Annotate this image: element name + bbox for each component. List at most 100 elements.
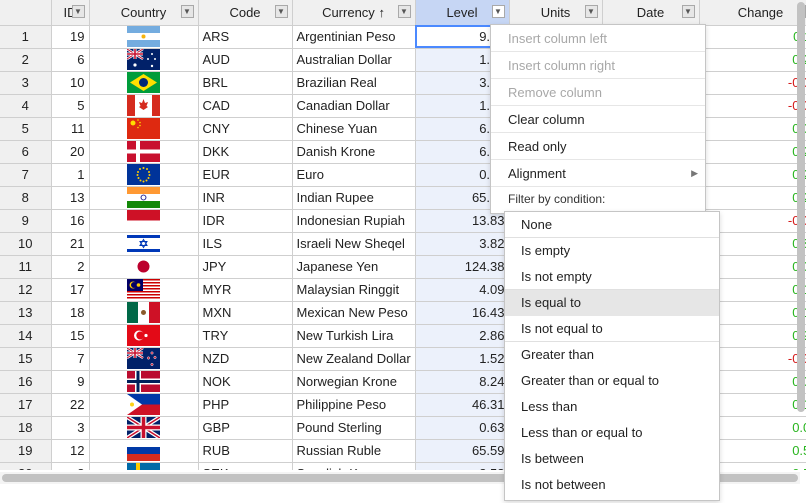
- menu-item-alignment[interactable]: Alignment ▶: [491, 160, 705, 187]
- column-header-change[interactable]: Change▼: [699, 0, 806, 26]
- cell-country[interactable]: [89, 347, 199, 371]
- cell-id[interactable]: 10: [51, 71, 90, 95]
- cell-country[interactable]: [89, 393, 199, 417]
- cell-code[interactable]: ARS: [198, 25, 293, 49]
- cell-id[interactable]: 11: [51, 117, 90, 141]
- filter-dropdown-icon[interactable]: ▼: [681, 5, 695, 18]
- row-header[interactable]: 6: [0, 140, 52, 164]
- condition-option-less-than-or-equal-to[interactable]: Less than or equal to: [505, 420, 719, 446]
- cell-country[interactable]: [89, 416, 199, 440]
- cell-level[interactable]: 46.31: [415, 393, 510, 417]
- menu-item-remove-column[interactable]: Remove column: [491, 79, 705, 106]
- condition-option-is-equal-to[interactable]: Is equal to: [505, 290, 719, 316]
- row-header[interactable]: 20: [0, 462, 52, 470]
- cell-level[interactable]: 124.38: [415, 255, 510, 279]
- cell-country[interactable]: [89, 117, 199, 141]
- cell-id[interactable]: 17: [51, 278, 90, 302]
- condition-option-greater-than-or-equal-to[interactable]: Greater than or equal to: [505, 368, 719, 394]
- cell-code[interactable]: IDR: [198, 209, 293, 233]
- condition-option-greater-than[interactable]: Greater than: [505, 342, 719, 368]
- cell-level[interactable]: 2.86: [415, 324, 510, 348]
- cell-id[interactable]: 8: [51, 462, 90, 470]
- row-header[interactable]: 8: [0, 186, 52, 210]
- cell-code[interactable]: CAD: [198, 94, 293, 118]
- condition-option-is-not-equal-to[interactable]: Is not equal to: [505, 316, 719, 342]
- cell-code[interactable]: SEK: [198, 462, 293, 470]
- cell-code[interactable]: EUR: [198, 163, 293, 187]
- cell-country[interactable]: [89, 140, 199, 164]
- cell-code[interactable]: GBP: [198, 416, 293, 440]
- cell-id[interactable]: 9: [51, 370, 90, 394]
- cell-code[interactable]: TRY: [198, 324, 293, 348]
- cell-currency[interactable]: Japanese Yen: [292, 255, 416, 279]
- column-header-code[interactable]: Code ▼: [198, 0, 293, 26]
- cell-code[interactable]: JPY: [198, 255, 293, 279]
- cell-currency[interactable]: Norwegian Krone: [292, 370, 416, 394]
- cell-code[interactable]: INR: [198, 186, 293, 210]
- cell-currency[interactable]: Argentinian Peso: [292, 25, 416, 49]
- row-header[interactable]: 15: [0, 347, 52, 371]
- row-header[interactable]: 1: [0, 25, 52, 49]
- cell-currency[interactable]: Brazilian Real: [292, 71, 416, 95]
- cell-country[interactable]: [89, 462, 199, 470]
- cell-id[interactable]: 5: [51, 94, 90, 118]
- cell-code[interactable]: RUB: [198, 439, 293, 463]
- cell-country[interactable]: [89, 439, 199, 463]
- cell-change[interactable]: -0.05: [699, 94, 806, 118]
- filter-dropdown-icon[interactable]: ▼: [584, 5, 598, 18]
- cell-level[interactable]: 16.43: [415, 301, 510, 325]
- vertical-scrollbar[interactable]: [796, 0, 806, 470]
- cell-level[interactable]: 4.09: [415, 278, 510, 302]
- cell-country[interactable]: [89, 301, 199, 325]
- cell-country[interactable]: [89, 324, 199, 348]
- column-header-level[interactable]: Level ▼: [415, 0, 510, 26]
- cell-currency[interactable]: New Zealand Dollar: [292, 347, 416, 371]
- cell-country[interactable]: [89, 25, 199, 49]
- cell-id[interactable]: 2: [51, 255, 90, 279]
- filter-dropdown-icon[interactable]: ▼: [180, 5, 194, 18]
- cell-code[interactable]: AUD: [198, 48, 293, 72]
- cell-country[interactable]: [89, 186, 199, 210]
- cell-id[interactable]: 1: [51, 163, 90, 187]
- cell-country[interactable]: [89, 48, 199, 72]
- cell-change[interactable]: 0.20: [699, 48, 806, 72]
- filter-dropdown-icon[interactable]: ▼: [397, 5, 411, 18]
- cell-currency[interactable]: Indonesian Rupiah: [292, 209, 416, 233]
- row-header[interactable]: 19: [0, 439, 52, 463]
- cell-level[interactable]: 65.59: [415, 439, 510, 463]
- cell-id[interactable]: 16: [51, 209, 90, 233]
- cell-change[interactable]: 0.25: [699, 140, 806, 164]
- cell-level[interactable]: 8.24: [415, 370, 510, 394]
- cell-currency[interactable]: New Turkish Lira: [292, 324, 416, 348]
- cell-id[interactable]: 22: [51, 393, 90, 417]
- vertical-scrollbar-thumb[interactable]: [797, 2, 805, 412]
- cell-currency[interactable]: Mexican New Peso: [292, 301, 416, 325]
- cell-code[interactable]: DKK: [198, 140, 293, 164]
- condition-option-less-than[interactable]: Less than: [505, 394, 719, 420]
- cell-id[interactable]: 13: [51, 186, 90, 210]
- cell-currency[interactable]: Euro: [292, 163, 416, 187]
- cell-change[interactable]: 0.26: [699, 186, 806, 210]
- row-header[interactable]: 13: [0, 301, 52, 325]
- cell-currency[interactable]: Indian Rupee: [292, 186, 416, 210]
- cell-code[interactable]: CNY: [198, 117, 293, 141]
- condition-option-is-empty[interactable]: Is empty: [505, 238, 719, 264]
- cell-id[interactable]: 21: [51, 232, 90, 256]
- row-header[interactable]: 4: [0, 94, 52, 118]
- cell-code[interactable]: NOK: [198, 370, 293, 394]
- column-header-id[interactable]: ID ▼: [51, 0, 90, 26]
- cell-id[interactable]: 12: [51, 439, 90, 463]
- row-header[interactable]: 18: [0, 416, 52, 440]
- row-header[interactable]: 14: [0, 324, 52, 348]
- cell-currency[interactable]: Chinese Yuan: [292, 117, 416, 141]
- condition-option-is-between[interactable]: Is between: [505, 446, 719, 472]
- corner-header[interactable]: [0, 0, 52, 26]
- cell-currency[interactable]: Canadian Dollar: [292, 94, 416, 118]
- cell-currency[interactable]: Danish Krone: [292, 140, 416, 164]
- column-header-date[interactable]: Date ▼: [602, 0, 700, 26]
- cell-level[interactable]: 8.58: [415, 462, 510, 470]
- condition-option-none[interactable]: None: [505, 212, 719, 238]
- column-header-country[interactable]: Country ▼: [89, 0, 199, 26]
- cell-change[interactable]: -0.09: [699, 71, 806, 95]
- menu-item-read-only[interactable]: Read only: [491, 133, 705, 160]
